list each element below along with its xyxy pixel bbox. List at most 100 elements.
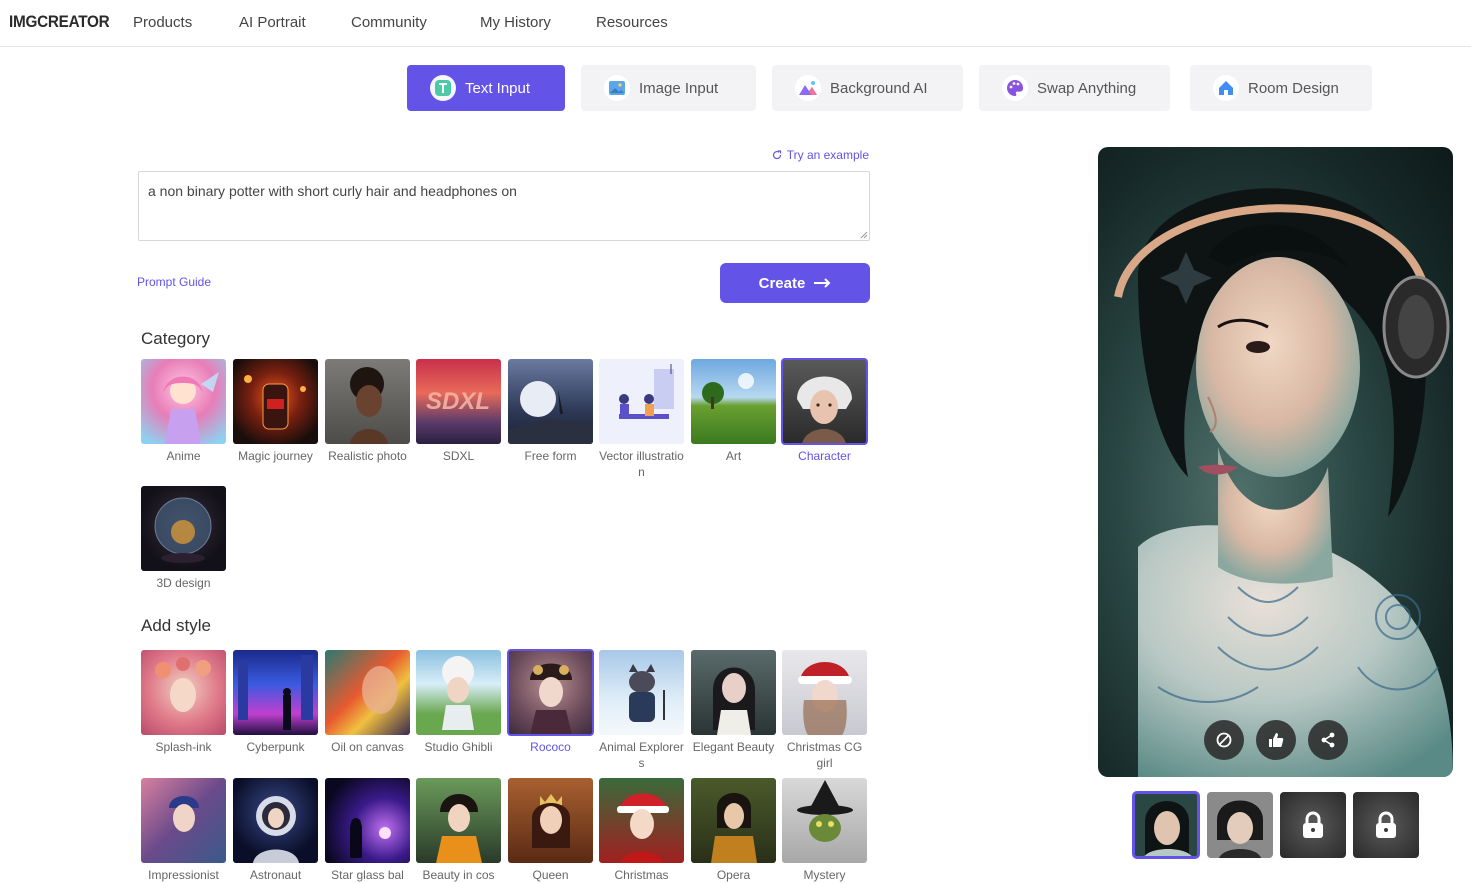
category-3d-design[interactable]: 3D design — [141, 486, 226, 591]
category-label: Realistic photo — [328, 449, 407, 463]
style-beauty-in-cos[interactable]: Beauty in cos — [416, 778, 501, 883]
category-sdxl[interactable]: SDXL SDXL — [416, 359, 501, 464]
lock-icon — [1376, 811, 1396, 838]
try-example-label: Try an example — [786, 148, 869, 162]
style-astronaut[interactable]: Astronaut — [233, 778, 318, 883]
style-christmas-cg-girl[interactable]: Christmas CG girl — [782, 650, 867, 771]
thumbnail — [1207, 792, 1273, 858]
style-rococo[interactable]: Rococo — [507, 649, 594, 755]
style-animal-explorers[interactable]: Animal Explorers — [599, 650, 684, 771]
thumbnail — [233, 778, 318, 863]
text-icon — [430, 75, 456, 101]
category-character[interactable]: Character — [781, 358, 868, 464]
thumbnail — [1133, 792, 1199, 858]
thumbnail — [599, 650, 684, 735]
thumbnail — [691, 650, 776, 735]
style-label: Impressionist — [148, 868, 219, 882]
style-christmas[interactable]: Christmas — [599, 778, 684, 883]
category-label: Art — [725, 449, 742, 463]
style-cyberpunk[interactable]: Cyberpunk — [233, 650, 318, 755]
thumbnail: SDXL — [416, 359, 501, 444]
thumbnail — [599, 359, 684, 444]
prompt-guide-link[interactable]: Prompt Guide — [137, 275, 211, 289]
category-magic-journey[interactable]: Magic journey — [233, 359, 318, 464]
create-button[interactable]: Create — [720, 263, 870, 303]
like-button[interactable] — [1256, 720, 1296, 760]
nav-products[interactable]: Products — [133, 14, 192, 31]
nav-resources[interactable]: Resources — [596, 14, 668, 31]
prompt-text: a non binary potter with short curly hai… — [148, 183, 517, 199]
svg-text:SDXL: SDXL — [426, 388, 490, 415]
style-label: Animal Explorers — [599, 740, 684, 770]
locked-thumbnail-1[interactable] — [1280, 792, 1346, 858]
share-button[interactable] — [1308, 720, 1348, 760]
category-free-form[interactable]: Free form — [508, 359, 593, 464]
resize-handle-icon[interactable] — [860, 231, 868, 239]
tab-background-ai[interactable]: Background AI — [772, 65, 963, 111]
thumbnail — [508, 359, 593, 444]
thumbs-up-icon — [1269, 733, 1284, 747]
style-label: Mystery — [803, 868, 846, 882]
style-label: Astronaut — [249, 868, 302, 882]
category-realistic-photo[interactable]: Realistic photo — [325, 359, 410, 464]
refresh-icon — [1216, 732, 1232, 748]
nav-community[interactable]: Community — [351, 14, 427, 31]
thumbnail — [233, 359, 318, 444]
result-thumbnail-1[interactable] — [1132, 791, 1200, 859]
tab-text-input[interactable]: Text Input — [407, 65, 565, 111]
result-thumbnail-2[interactable] — [1207, 792, 1273, 858]
style-splash-ink[interactable]: Splash-ink — [141, 650, 226, 755]
palette-icon — [1002, 75, 1028, 101]
thumbnail — [233, 650, 318, 735]
locked-thumbnail-2[interactable] — [1353, 792, 1419, 858]
category-anime[interactable]: Anime — [141, 359, 226, 464]
style-opera[interactable]: Opera — [691, 778, 776, 883]
brand-logo[interactable]: IMGCREATOR — [9, 12, 110, 32]
style-oil-on-canvas[interactable]: Oil on canvas — [325, 650, 410, 755]
thumbnail — [691, 359, 776, 444]
style-label: Cyberpunk — [246, 740, 305, 754]
create-label: Create — [758, 274, 806, 292]
thumbnail — [141, 650, 226, 735]
thumbnail — [599, 778, 684, 863]
tab-label: Background AI — [830, 79, 928, 97]
style-impressionist[interactable]: Impressionist — [141, 778, 226, 883]
category-art[interactable]: Art — [691, 359, 776, 464]
generated-image-preview[interactable] — [1098, 147, 1453, 777]
try-example-link[interactable]: Try an example — [772, 148, 869, 162]
tab-swap-anything[interactable]: Swap Anything — [979, 65, 1170, 111]
share-icon — [1321, 732, 1335, 748]
category-label: Free form — [524, 449, 577, 463]
house-icon — [1213, 75, 1239, 101]
lock-icon — [1303, 811, 1323, 838]
style-label: Elegant Beauty — [692, 740, 775, 754]
nav-my-history[interactable]: My History — [480, 14, 551, 31]
thumbnail — [325, 650, 410, 735]
category-label: 3D design — [156, 576, 211, 590]
tab-label: Text Input — [465, 79, 531, 97]
style-star-glass-bal[interactable]: Star glass bal — [325, 778, 410, 883]
thumbnail — [691, 778, 776, 863]
image-icon — [604, 75, 630, 101]
thumbnail — [325, 778, 410, 863]
style-label: Splash-ink — [155, 740, 212, 754]
tab-room-design[interactable]: Room Design — [1190, 65, 1372, 111]
style-elegant-beauty[interactable]: Elegant Beauty — [691, 650, 776, 755]
prompt-textarea[interactable]: a non binary potter with short curly hai… — [138, 171, 870, 241]
style-label: Oil on canvas — [331, 740, 404, 754]
category-label: SDXL — [442, 449, 475, 463]
thumbnail — [416, 778, 501, 863]
nav-ai-portrait[interactable]: AI Portrait — [239, 14, 306, 31]
tab-image-input[interactable]: Image Input — [581, 65, 756, 111]
style-label: Opera — [716, 868, 751, 882]
style-label: Rococo — [530, 740, 571, 754]
tab-label: Image Input — [639, 79, 719, 97]
style-label: Queen — [532, 868, 569, 882]
regenerate-button[interactable] — [1204, 720, 1244, 760]
style-mystery[interactable]: Mystery — [782, 778, 867, 883]
style-queen[interactable]: Queen — [508, 778, 593, 883]
thumbnail — [141, 778, 226, 863]
style-studio-ghibli[interactable]: Studio Ghibli — [416, 650, 501, 755]
category-vector-illustration[interactable]: Vector illustration — [599, 359, 684, 480]
style-label: Star glass bal — [331, 868, 404, 882]
